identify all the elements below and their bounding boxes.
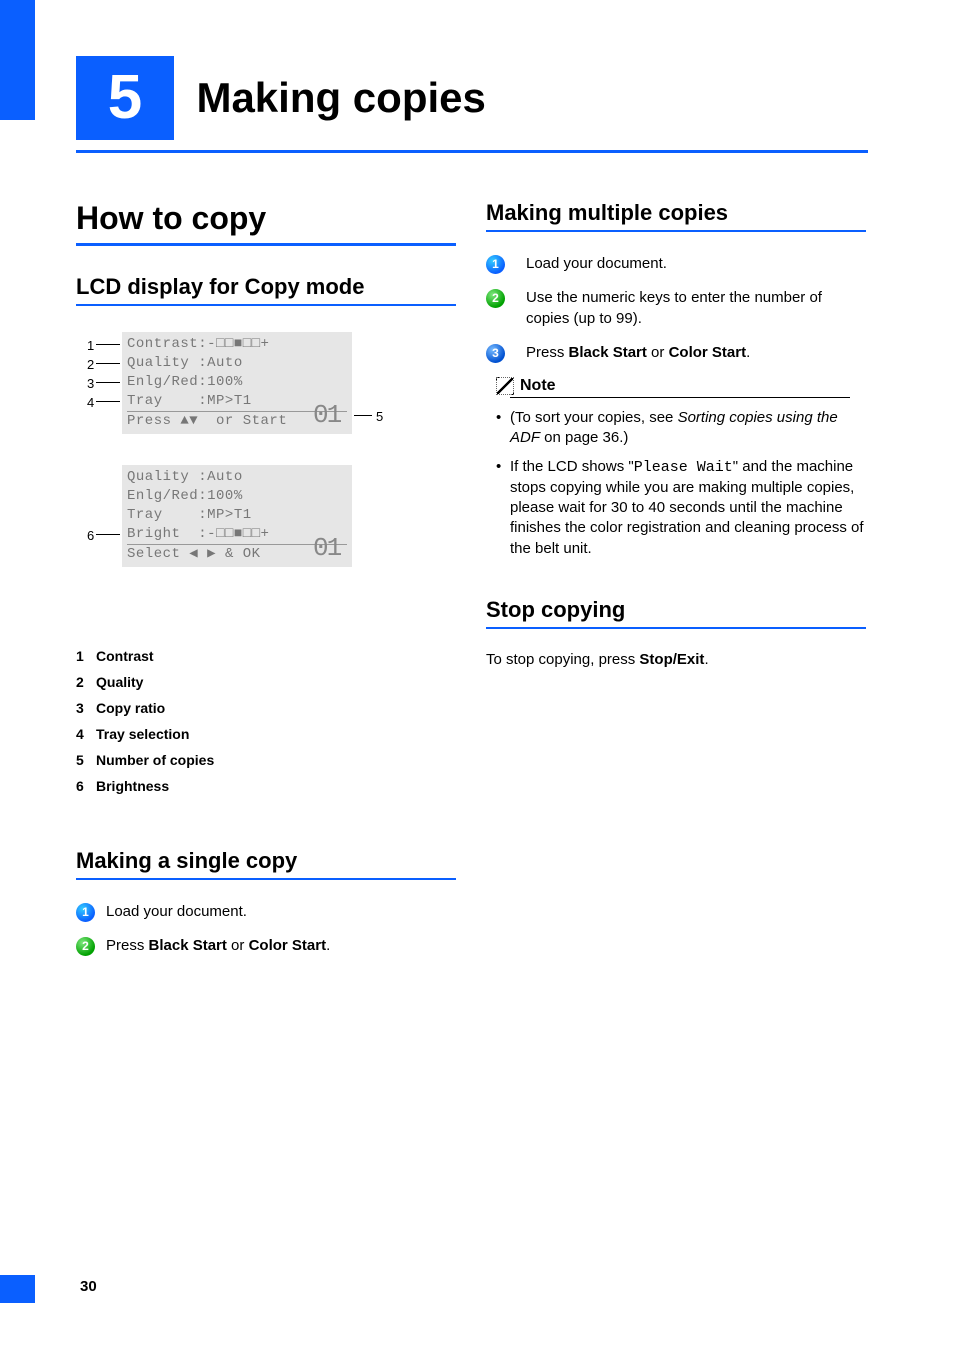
step-3: 3 Press Black Start or Color Start. xyxy=(486,343,866,363)
callout-line xyxy=(96,382,120,383)
subheading-lcd-display: LCD display for Copy mode xyxy=(76,274,456,300)
lcd-row: Contrast:-□□■□□+ xyxy=(127,335,347,354)
step-text: Load your document. xyxy=(106,903,247,920)
legend-item: 3Copy ratio xyxy=(76,700,456,716)
note-item: If the LCD shows "Please Wait" and the m… xyxy=(496,457,866,559)
section-heading-how-to-copy: How to copy xyxy=(76,200,456,237)
legend-item: 5Number of copies xyxy=(76,752,456,768)
callout-3: 3 xyxy=(87,376,94,391)
step-bullet-1: 1 xyxy=(486,255,505,274)
stop-body: To stop copying, press Stop/Exit. xyxy=(486,651,866,668)
chapter-title: Making copies xyxy=(196,56,485,140)
step-1: 1 Load your document. xyxy=(76,902,456,922)
subheading-stop-copying: Stop copying xyxy=(486,597,866,623)
step-text: Load your document. xyxy=(526,255,667,272)
step-2: 2 Press Black Start or Color Start. xyxy=(76,936,456,956)
page-number: 30 xyxy=(80,1278,97,1295)
callout-line xyxy=(96,363,120,364)
note-body: (To sort your copies, see Sorting copies… xyxy=(486,408,866,559)
note-item: (To sort your copies, see Sorting copies… xyxy=(496,408,866,449)
callout-1: 1 xyxy=(87,338,94,353)
note-heading: Note xyxy=(496,377,866,395)
lcd-row: Enlg/Red:100% xyxy=(127,487,347,506)
note-rule xyxy=(510,397,850,398)
lcd-counter-1: 01 xyxy=(313,400,340,430)
callout-4: 4 xyxy=(87,395,94,410)
callout-line xyxy=(354,415,372,416)
h1-rule xyxy=(76,243,456,246)
callout-line xyxy=(96,534,120,535)
lcd-row: Tray :MP>T1 xyxy=(127,506,347,525)
step-bullet-1: 1 xyxy=(76,903,95,922)
callout-line xyxy=(96,401,120,402)
subheading-multiple-copies: Making multiple copies xyxy=(486,200,866,226)
legend-item: 1Contrast xyxy=(76,648,456,664)
legend: 1Contrast 2Quality 3Copy ratio 4Tray sel… xyxy=(76,648,456,794)
subheading-single-copy: Making a single copy xyxy=(76,848,456,874)
callout-6: 6 xyxy=(87,528,94,543)
callout-2: 2 xyxy=(87,357,94,372)
step-bullet-2: 2 xyxy=(76,937,95,956)
legend-item: 6Brightness xyxy=(76,778,456,794)
h2-rule xyxy=(486,627,866,629)
chapter-number: 5 xyxy=(76,56,174,140)
h2-rule xyxy=(76,878,456,880)
step-text: Use the numeric keys to enter the number… xyxy=(526,289,822,326)
h2-rule xyxy=(486,230,866,232)
step-text: Press Black Start or Color Start. xyxy=(526,344,750,361)
lcd-row: Quality :Auto xyxy=(127,354,347,373)
lcd-row: Quality :Auto xyxy=(127,468,347,487)
callout-5: 5 xyxy=(376,409,383,424)
step-bullet-2: 2 xyxy=(486,289,505,308)
legend-item: 4Tray selection xyxy=(76,726,456,742)
legend-item: 2Quality xyxy=(76,674,456,690)
callout-line xyxy=(96,344,120,345)
step-text: Press Black Start or Color Start. xyxy=(106,937,330,954)
step-2: 2 Use the numeric keys to enter the numb… xyxy=(486,288,866,329)
page-number-tab xyxy=(0,1275,35,1303)
lcd-counter-2: 01 xyxy=(313,533,340,563)
chapter-rule xyxy=(76,150,868,153)
h2-rule xyxy=(76,304,456,306)
lcd-row: Enlg/Red:100% xyxy=(127,373,347,392)
step-1: 1 Load your document. xyxy=(486,254,866,274)
step-bullet-3: 3 xyxy=(486,344,505,363)
lcd-diagram: 1 2 3 4 Contrast:-□□■□□+ Quality :Auto E… xyxy=(76,328,456,618)
side-tab xyxy=(0,0,35,120)
